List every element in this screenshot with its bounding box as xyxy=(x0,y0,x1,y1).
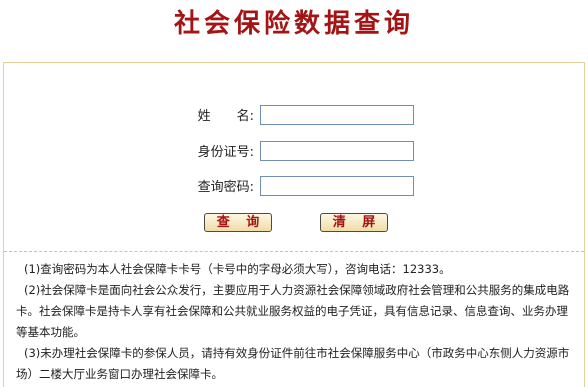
note-item: (1)查询密码为本人社会保障卡卡号（卡号中的字母必须大写），咨询电话：12333… xyxy=(24,262,451,276)
password-input[interactable] xyxy=(260,176,414,196)
page-title: 社会保险数据查询 xyxy=(173,9,414,39)
note-item: (2)社会保障卡是面向社会公众发行，主要应用于人力资源社会保障领域政府社会管理和… xyxy=(16,283,570,339)
clear-button[interactable]: 清 屏 xyxy=(320,213,388,232)
name-input[interactable] xyxy=(260,105,414,125)
query-panel: 姓 名: 身份证号: 查询密码: 查 询 清 屏 (1)查询密码为本人社会保障卡… xyxy=(3,62,585,387)
id-number-input[interactable] xyxy=(260,141,414,161)
query-form: 姓 名: 身份证号: 查询密码: 查 询 清 屏 xyxy=(4,63,584,251)
page: 社会保险数据查询 姓 名: 身份证号: 查询密码: 查 询 清 屏 (1)查询密… xyxy=(0,0,588,387)
password-label: 查询密码: xyxy=(197,180,254,195)
divider xyxy=(4,251,584,252)
notes-section: (1)查询密码为本人社会保障卡卡号（卡号中的字母必须大写），咨询电话：12333… xyxy=(16,259,578,385)
query-button[interactable]: 查 询 xyxy=(204,213,272,232)
id-number-label: 身份证号: xyxy=(197,145,254,160)
note-item: (3)未办理社会保障卡的参保人员，请持有效身份证件前往市社会保障服务中心（市政务… xyxy=(16,346,570,381)
name-label: 姓 名: xyxy=(197,109,254,124)
